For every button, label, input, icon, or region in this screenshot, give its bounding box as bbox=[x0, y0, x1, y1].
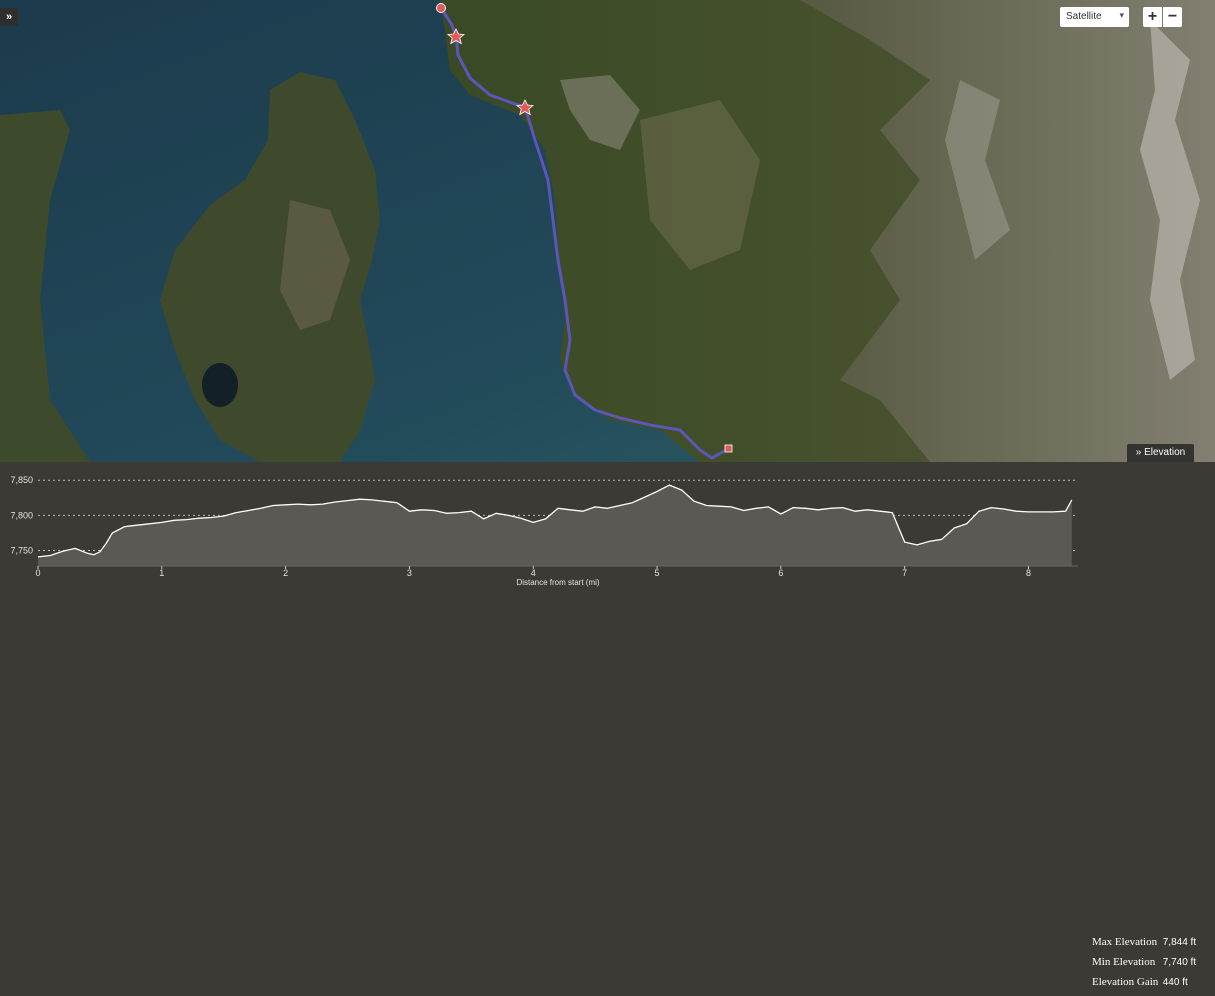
start-marker bbox=[436, 3, 446, 13]
min-elevation-label: Min Elevation bbox=[1092, 956, 1156, 968]
y-tick-label: 7,750 bbox=[10, 546, 33, 556]
expand-sidebar-button[interactable]: » bbox=[0, 8, 18, 26]
elevation-gain-value: 440 ft bbox=[1162, 977, 1188, 988]
elevation-gain-label: Elevation Gain bbox=[1092, 976, 1159, 988]
x-tick-label: 0 bbox=[35, 568, 40, 578]
zoom-out-button[interactable]: − bbox=[1163, 7, 1182, 27]
max-elevation-label: Max Elevation bbox=[1092, 936, 1158, 948]
elevation-toggle-label: Elevation bbox=[1144, 447, 1186, 458]
y-tick-label: 7,850 bbox=[10, 475, 33, 485]
satellite-terrain bbox=[0, 0, 1215, 462]
max-elevation-value: 7,844 ft bbox=[1162, 937, 1197, 948]
x-tick-label: 7 bbox=[902, 568, 907, 578]
stat-max: Max Elevation 7,844 ft bbox=[1092, 936, 1196, 956]
x-tick-label: 2 bbox=[283, 568, 288, 578]
satellite-map[interactable]: » Satellite ▾ + − » Elevation bbox=[0, 0, 1215, 462]
island-pond bbox=[202, 363, 238, 407]
x-axis-title: Distance from start (mi) bbox=[516, 578, 599, 587]
elevation-area bbox=[38, 485, 1072, 566]
elevation-profile-panel: 7,750 7,800 7,850 0 1 2 3 4 5 6 7 8 Distance from st… bbox=[0, 462, 1215, 988]
chevron-down-icon: ▾ bbox=[1119, 10, 1124, 20]
double-chevron-down-icon: » bbox=[1135, 447, 1142, 458]
x-tick-label: 4 bbox=[531, 568, 536, 578]
map-layer-select[interactable]: Satellite ▾ bbox=[1060, 7, 1129, 27]
y-tick-label: 7,800 bbox=[10, 510, 33, 520]
x-tick-label: 5 bbox=[655, 568, 660, 578]
x-tick-label: 3 bbox=[407, 568, 412, 578]
min-elevation-value: 7,740 ft bbox=[1162, 957, 1197, 968]
map-layer-value: Satellite bbox=[1066, 11, 1102, 22]
x-tick-label: 6 bbox=[778, 568, 783, 578]
stat-gain: Elevation Gain 440 ft bbox=[1092, 976, 1196, 996]
end-marker bbox=[724, 444, 733, 453]
stat-min: Min Elevation 7,740 ft bbox=[1092, 956, 1196, 976]
elevation-toggle-button[interactable]: » Elevation bbox=[1127, 444, 1194, 462]
x-tick-label: 8 bbox=[1026, 568, 1031, 578]
x-tick-label: 1 bbox=[159, 568, 164, 578]
elevation-chart[interactable]: 7,750 7,800 7,850 0 1 2 3 4 5 6 7 8 Distance from st… bbox=[0, 462, 1215, 595]
elevation-stats: Max Elevation 7,844 ft Min Elevation 7,7… bbox=[1092, 936, 1196, 996]
zoom-in-button[interactable]: + bbox=[1143, 7, 1162, 27]
